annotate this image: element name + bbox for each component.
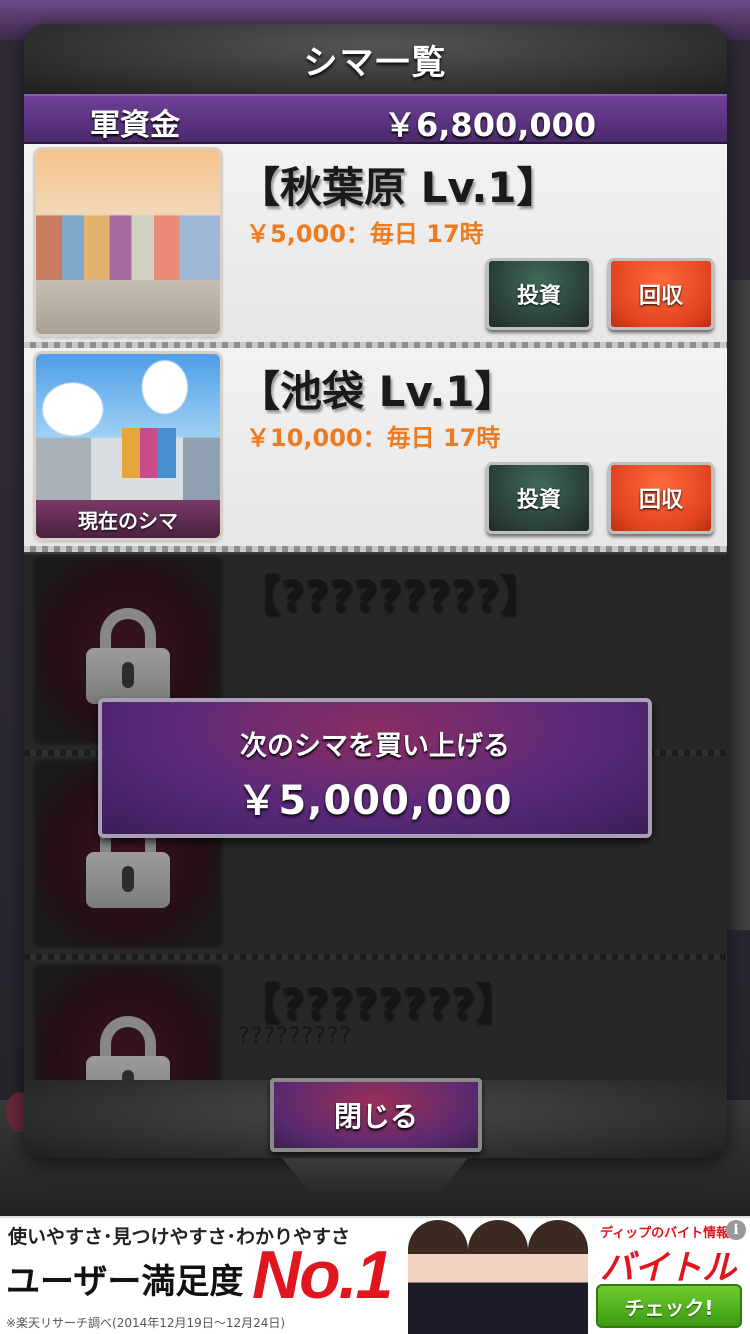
buy-next-territory-button[interactable]: 次のシマを買い上げる ￥5,000,000 bbox=[98, 698, 652, 838]
territory-list-modal: シマ一覧 軍資金 ￥6,800,000 【秋葉原 Lv.1】 ￥5,000：毎日… bbox=[24, 24, 727, 1158]
akihabara-thumbnail bbox=[36, 150, 220, 334]
territory-row-ikebukuro: 現在のシマ 【池袋 Lv.1】 ￥10,000：毎日 17時 投資 回収 bbox=[24, 348, 727, 552]
modal-header: シマ一覧 bbox=[24, 24, 727, 94]
buy-next-price: ￥5,000,000 bbox=[237, 778, 513, 824]
ad-brand-subtitle: ディップのバイト情報 bbox=[600, 1226, 730, 1241]
ad-brand-box: ディップのバイト情報 バイトル チェック! bbox=[590, 1220, 748, 1334]
territory-income: ￥5,000：毎日 17時 bbox=[246, 220, 484, 248]
ad-banner[interactable]: 使いやすさ･見つけやすさ･わかりやすさ ユーザー満足度 No.1 ※楽天リサーチ… bbox=[0, 1216, 750, 1334]
invest-button[interactable]: 投資 bbox=[486, 258, 592, 330]
ikebukuro-thumbnail: 現在のシマ bbox=[36, 354, 220, 538]
modal-title: シマ一覧 bbox=[303, 42, 448, 83]
territory-name: 【秋葉原 Lv.1】 bbox=[238, 163, 559, 212]
ad-check-button[interactable]: チェック! bbox=[596, 1284, 742, 1328]
territory-list[interactable]: 【秋葉原 Lv.1】 ￥5,000：毎日 17時 投資 回収 現在のシマ 【池袋… bbox=[24, 144, 727, 1080]
invest-button[interactable]: 投資 bbox=[486, 462, 592, 534]
ad-model bbox=[468, 1220, 528, 1334]
lock-icon bbox=[86, 608, 170, 704]
locked-thumbnail bbox=[36, 966, 220, 1080]
ad-models-image bbox=[408, 1220, 588, 1334]
territory-name: 【????????】 bbox=[238, 979, 517, 1028]
thumbnail-building-sign bbox=[122, 428, 176, 478]
ad-model bbox=[528, 1220, 588, 1334]
collect-button[interactable]: 回収 bbox=[608, 462, 714, 534]
ad-no1-text: No.1 bbox=[252, 1237, 393, 1313]
ad-headline: ユーザー満足度 bbox=[6, 1262, 244, 1302]
current-territory-badge: 現在のシマ bbox=[36, 500, 220, 538]
thumbnail-street bbox=[36, 280, 220, 334]
territory-row-locked: 【????????】 ????????? bbox=[24, 960, 727, 1080]
territory-name: 【池袋 Lv.1】 bbox=[238, 367, 517, 416]
buy-next-label: 次のシマを買い上げる bbox=[240, 731, 510, 762]
close-button[interactable]: 閉じる bbox=[270, 1078, 482, 1152]
ad-brand-logo: バイトル bbox=[600, 1249, 736, 1287]
funds-label: 軍資金 bbox=[90, 108, 180, 143]
territory-description: ????????? bbox=[238, 1024, 353, 1049]
lock-icon bbox=[86, 1016, 170, 1080]
ad-model bbox=[408, 1220, 468, 1334]
territory-row-akihabara: 【秋葉原 Lv.1】 ￥5,000：毎日 17時 投資 回収 bbox=[24, 144, 727, 348]
funds-bar: 軍資金 ￥6,800,000 bbox=[24, 94, 727, 144]
modal-bottom-tab bbox=[282, 1158, 468, 1192]
territory-name: 【?????????】 bbox=[238, 571, 542, 620]
info-icon[interactable]: i bbox=[726, 1220, 746, 1240]
territory-income: ￥10,000：毎日 17時 bbox=[246, 424, 501, 452]
ad-footnote: ※楽天リサーチ調べ(2014年12月19日〜12月24日) bbox=[6, 1316, 286, 1330]
collect-button[interactable]: 回収 bbox=[608, 258, 714, 330]
funds-value: ￥6,800,000 bbox=[384, 106, 597, 144]
